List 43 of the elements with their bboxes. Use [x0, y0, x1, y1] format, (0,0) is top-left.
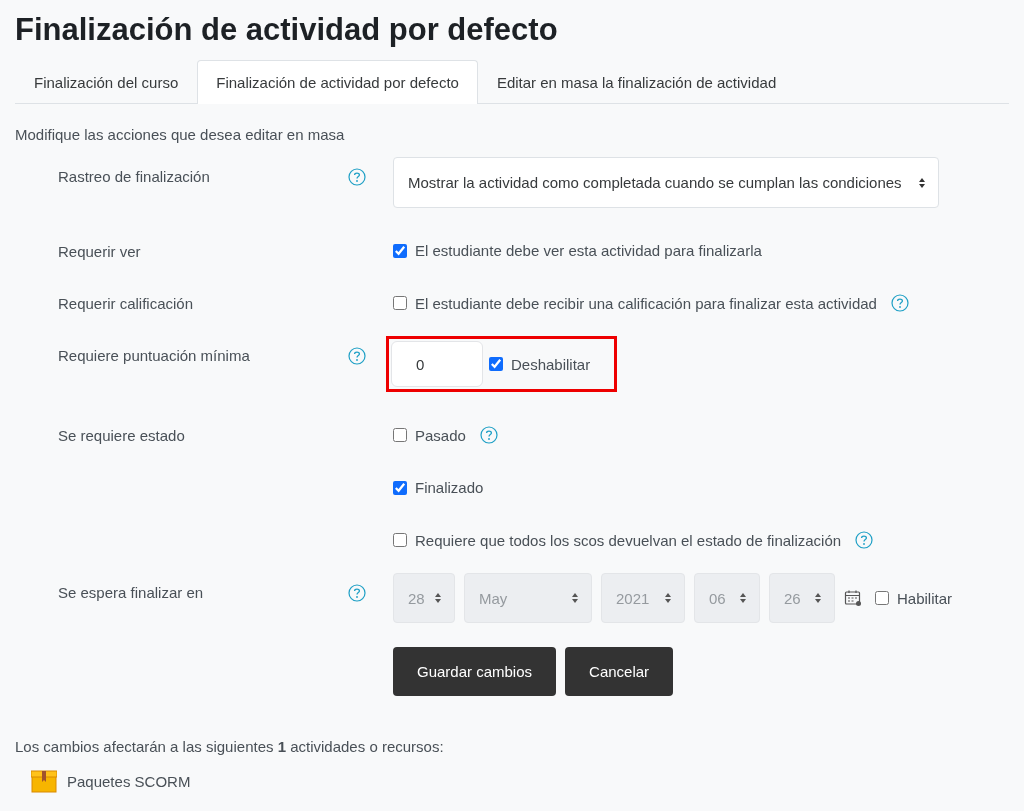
checkbox-label: Finalizado [415, 479, 484, 496]
checkbox-label: Deshabilitar [511, 355, 591, 373]
summary-text: Los cambios afectarán a las siguientes 1 actividades o recursos: [15, 738, 445, 755]
help-icon[interactable] [348, 347, 366, 365]
checkbox[interactable] [393, 428, 407, 442]
caret-icon [664, 592, 672, 604]
caret-icon [571, 592, 579, 604]
checkbox-label: Habilitar [897, 589, 953, 607]
caret-icon [434, 592, 442, 604]
tab[interactable]: Editar en masa la finalización de actividad [477, 60, 796, 104]
checkbox[interactable] [393, 243, 407, 258]
tab[interactable]: Finalización de actividad por defecto [197, 60, 478, 104]
field-label: Se espera finalizar en [58, 583, 205, 603]
help-icon[interactable] [479, 426, 498, 444]
checkbox-label: Requiere que todos los scos devuelvan el estado de finalización [415, 531, 842, 549]
caret-icon [739, 592, 747, 604]
field-label: Requerir calificación [58, 294, 195, 312]
intro-text: Modifique las acciones que desea editar en masa [15, 126, 346, 143]
page-title: Finalización de actividad por defecto [15, 12, 559, 48]
package-icon [31, 769, 57, 793]
field-label: Requiere puntuación mínima [58, 346, 251, 366]
checkbox[interactable] [393, 480, 407, 495]
help-icon[interactable] [348, 168, 366, 186]
checkbox-label: Pasado [415, 426, 466, 444]
caret-icon [814, 592, 822, 604]
checkbox[interactable] [393, 533, 407, 547]
checkbox[interactable] [489, 357, 503, 371]
action-button[interactable]: Guardar cambios [393, 647, 557, 696]
checkbox-label: El estudiante debe ver esta actividad para finalizarla [415, 242, 762, 259]
help-icon[interactable] [855, 531, 874, 549]
checkbox-label: El estudiante debe recibir una calificación para finalizar esta actividad [415, 294, 877, 312]
action-button[interactable]: Cancelar [565, 647, 674, 696]
select-field[interactable]: Mostrar la actividad como completada cuando se cumplan las condiciones [393, 157, 939, 208]
number-field[interactable]: 0 [391, 341, 483, 387]
help-icon[interactable] [890, 294, 909, 312]
field-label: Requerir ver [58, 242, 142, 260]
checkbox[interactable] [393, 296, 407, 310]
calendar-icon[interactable] [844, 589, 862, 607]
field-label: Se requiere estado [58, 426, 186, 446]
caret-icon [917, 176, 926, 189]
field-label: Rastreo de finalización [58, 167, 211, 187]
activity-label: Paquetes SCORM [67, 772, 191, 790]
tab[interactable]: Finalización del curso [15, 60, 198, 104]
